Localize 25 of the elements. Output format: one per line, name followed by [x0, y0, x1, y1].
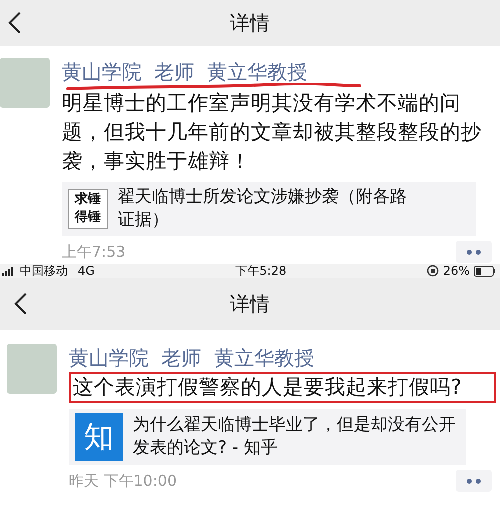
carrier-name: 中国移动 [20, 262, 68, 280]
post-text: 明星博士的工作室声明其没有学术不端的问题，但我十几年前的文章却被其整段整段的抄袭，事实胜于雄辩！ [62, 90, 483, 175]
status-time: 下午5:28 [236, 262, 287, 280]
more-button[interactable] [456, 470, 492, 492]
app-logo: 知 [75, 413, 123, 461]
post-time: 上午7:53 [62, 242, 126, 262]
thumbnail-image: 求锤 得锤 [68, 189, 108, 229]
author-name[interactable]: 黄山学院 老师 黄立华教授 [69, 346, 314, 370]
lock-rotation-icon [427, 265, 440, 277]
back-icon[interactable] [14, 292, 28, 316]
network-type: 4G [78, 264, 95, 278]
link-card[interactable]: 知 为什么翟天临博士毕业了，但是却没有公开发表的论文? - 知乎 [69, 409, 466, 465]
page-title: 详情 [230, 10, 270, 36]
battery-icon [474, 266, 496, 276]
signal-icon [2, 266, 16, 276]
link-card[interactable]: 求锤 得锤 翟天临博士所发论文涉嫌抄袭（附各路证据） [62, 182, 476, 236]
author-name[interactable]: 黄山学院 老师 黄立华教授 [62, 60, 308, 84]
page-title: 详情 [230, 290, 270, 318]
back-icon[interactable] [8, 11, 22, 35]
link-title: 翟天临博士所发论文涉嫌抄袭（附各路证据） [118, 186, 408, 232]
post-time: 昨天 下午10:00 [69, 472, 177, 490]
post-text: 这个表演打假警察的人是要我起来打假吗? [69, 372, 496, 403]
link-title: 为什么翟天临博士毕业了，但是却没有公开发表的论文? - 知乎 [133, 414, 457, 460]
more-button[interactable] [456, 241, 492, 263]
battery-percent: 26% [443, 264, 470, 278]
